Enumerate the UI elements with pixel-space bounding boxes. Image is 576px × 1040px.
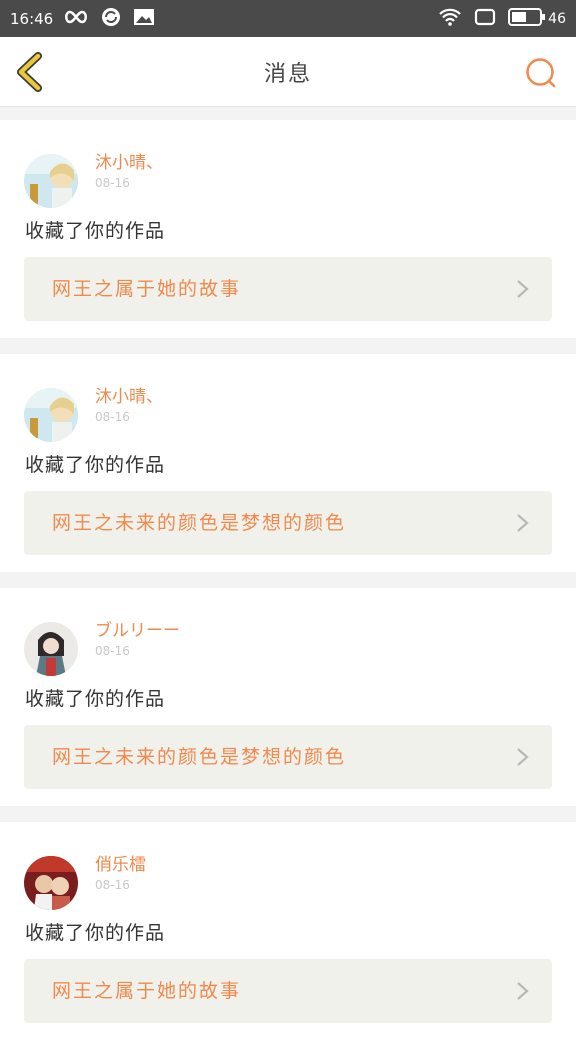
work-title: 网王之未来的颜色是梦想的颜色 bbox=[52, 512, 347, 534]
chevron-right-icon bbox=[517, 982, 529, 1000]
work-link[interactable]: 网王之未来的颜色是梦想的颜色 bbox=[24, 491, 552, 555]
work-link[interactable]: 网王之属于她的故事 bbox=[24, 959, 552, 1023]
timestamp: 08-16 bbox=[95, 644, 130, 658]
status-time: 16:46 bbox=[10, 9, 54, 28]
work-title: 网王之属于她的故事 bbox=[52, 980, 242, 1002]
avatar[interactable] bbox=[24, 154, 78, 208]
username[interactable]: ブルリーー bbox=[95, 616, 180, 641]
timestamp: 08-16 bbox=[95, 878, 130, 892]
work-link[interactable]: 网王之属于她的故事 bbox=[24, 257, 552, 321]
timestamp: 08-16 bbox=[95, 176, 130, 190]
page-title: 消息 bbox=[263, 62, 312, 87]
wifi-icon bbox=[438, 7, 462, 31]
avatar[interactable] bbox=[24, 388, 78, 442]
message-card: 沐小晴、 08-16 收藏了你的作品 网王之未来的颜色是梦想的颜色 bbox=[0, 354, 576, 572]
message-card: 沐小晴、 08-16 收藏了你的作品 网王之属于她的故事 bbox=[0, 120, 576, 338]
battery-level: 46 bbox=[548, 10, 566, 27]
action-text: 收藏了你的作品 bbox=[25, 922, 166, 944]
action-text: 收藏了你的作品 bbox=[25, 220, 166, 242]
image-icon bbox=[133, 8, 155, 30]
screen-icon bbox=[474, 8, 496, 30]
sync-icon bbox=[101, 7, 121, 31]
work-title: 网王之未来的颜色是梦想的颜色 bbox=[52, 746, 347, 768]
work-title: 网王之属于她的故事 bbox=[52, 278, 242, 300]
username[interactable]: 沐小晴、 bbox=[95, 148, 163, 173]
action-text: 收藏了你的作品 bbox=[25, 454, 166, 476]
username[interactable]: 俏乐檑 bbox=[95, 850, 146, 875]
infinity-icon bbox=[63, 9, 89, 29]
username[interactable]: 沐小晴、 bbox=[95, 382, 163, 407]
timestamp: 08-16 bbox=[95, 410, 130, 424]
battery-icon bbox=[508, 7, 546, 30]
action-text: 收藏了你的作品 bbox=[25, 688, 166, 710]
avatar[interactable] bbox=[24, 856, 78, 910]
search-button[interactable] bbox=[524, 56, 558, 90]
status-bar: 16:46 46 bbox=[0, 0, 576, 37]
work-link[interactable]: 网王之未来的颜色是梦想的颜色 bbox=[24, 725, 552, 789]
search-icon bbox=[526, 58, 556, 88]
chevron-right-icon bbox=[517, 514, 529, 532]
chevron-right-icon bbox=[517, 748, 529, 766]
message-card: 俏乐檑 08-16 收藏了你的作品 网王之属于她的故事 bbox=[0, 822, 576, 1040]
avatar[interactable] bbox=[24, 622, 78, 676]
message-card: ブルリーー 08-16 收藏了你的作品 网王之未来的颜色是梦想的颜色 bbox=[0, 588, 576, 806]
chevron-right-icon bbox=[517, 280, 529, 298]
header: 消息 bbox=[0, 37, 576, 107]
